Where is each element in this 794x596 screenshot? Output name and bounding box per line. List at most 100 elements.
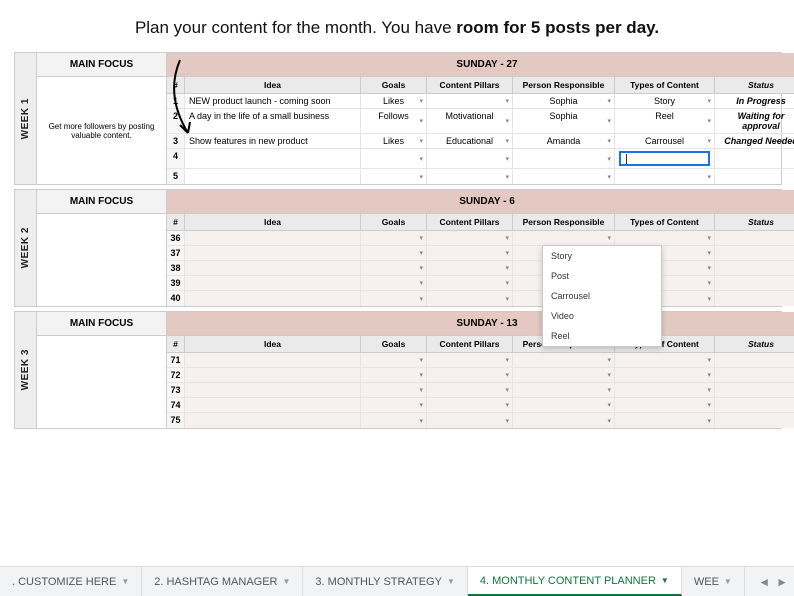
type-cell[interactable]: ▾ <box>615 231 715 245</box>
idea-cell[interactable] <box>185 383 361 397</box>
chevron-down-icon[interactable]: ▾ <box>707 401 711 409</box>
chevron-down-icon[interactable]: ▾ <box>707 417 711 425</box>
pillars-cell[interactable]: ▾ <box>427 291 513 306</box>
pillars-cell[interactable]: ▾ <box>427 413 513 428</box>
goals-cell[interactable]: ▾ <box>361 383 427 397</box>
pillars-cell[interactable]: ▾ <box>427 353 513 367</box>
pillars-cell[interactable]: ▾ <box>427 276 513 290</box>
main-focus-cell[interactable] <box>37 336 167 428</box>
chevron-down-icon[interactable]: ▾ <box>419 295 423 303</box>
idea-cell[interactable] <box>185 276 361 290</box>
pillars-cell[interactable]: Educational▾ <box>427 134 513 148</box>
active-cell-input[interactable] <box>619 151 710 166</box>
type-dropdown-menu[interactable]: StoryPostCarrouselVideoReel <box>542 245 662 347</box>
person-cell[interactable]: ▾ <box>513 368 615 382</box>
idea-cell[interactable] <box>185 368 361 382</box>
pillars-cell[interactable]: Motivational▾ <box>427 109 513 133</box>
sheet-tab[interactable]: 3. MONTHLY STRATEGY▼ <box>303 567 467 596</box>
chevron-down-icon[interactable]: ▾ <box>505 137 509 145</box>
chevron-down-icon[interactable]: ▾ <box>419 279 423 287</box>
dropdown-option[interactable]: Reel <box>543 326 661 346</box>
tab-scroll-right-icon[interactable]: ► <box>776 575 788 589</box>
chevron-down-icon[interactable]: ▾ <box>707 386 711 394</box>
status-cell[interactable]: ▾ <box>715 368 794 382</box>
goals-cell[interactable]: ▾ <box>361 291 427 306</box>
idea-cell[interactable] <box>185 246 361 260</box>
chevron-down-icon[interactable]: ▾ <box>419 264 423 272</box>
goals-cell[interactable]: ▾ <box>361 398 427 412</box>
goals-cell[interactable]: ▾ <box>361 353 427 367</box>
row-number[interactable]: 72 <box>167 368 185 382</box>
status-cell[interactable]: Changed Needed▾ <box>715 134 794 148</box>
chevron-down-icon[interactable]: ▾ <box>505 97 509 105</box>
row-number[interactable]: 1 <box>167 94 185 108</box>
pillars-cell[interactable]: ▾ <box>427 368 513 382</box>
sheet-tab[interactable]: . CUSTOMIZE HERE▼ <box>0 567 142 596</box>
row-number[interactable]: 39 <box>167 276 185 290</box>
type-cell[interactable]: ▾ <box>615 368 715 382</box>
chevron-down-icon[interactable]: ▾ <box>607 155 611 163</box>
pillars-cell[interactable]: ▾ <box>427 246 513 260</box>
main-focus-cell[interactable]: Get more followers by posting valuable c… <box>37 77 167 184</box>
chevron-down-icon[interactable]: ▾ <box>707 173 711 181</box>
row-number[interactable]: 71 <box>167 353 185 367</box>
chevron-down-icon[interactable]: ▾ <box>419 117 423 125</box>
pillars-cell[interactable]: ▾ <box>427 169 513 184</box>
goals-cell[interactable]: ▾ <box>361 169 427 184</box>
chevron-down-icon[interactable]: ▾ <box>419 234 423 242</box>
person-cell[interactable]: ▾ <box>513 149 615 168</box>
goals-cell[interactable]: ▾ <box>361 413 427 428</box>
person-cell[interactable]: ▾ <box>513 353 615 367</box>
chevron-down-icon[interactable]: ▾ <box>707 234 711 242</box>
goals-cell[interactable]: ▾ <box>361 246 427 260</box>
chevron-down-icon[interactable]: ▾ <box>607 137 611 145</box>
idea-cell[interactable] <box>185 261 361 275</box>
chevron-down-icon[interactable]: ▾ <box>707 137 711 145</box>
chevron-down-icon[interactable]: ▾ <box>607 97 611 105</box>
chevron-down-icon[interactable]: ▾ <box>607 371 611 379</box>
goals-cell[interactable]: Likes▾ <box>361 134 427 148</box>
goals-cell[interactable]: ▾ <box>361 149 427 168</box>
chevron-down-icon[interactable]: ▾ <box>505 371 509 379</box>
person-cell[interactable]: ▾ <box>513 398 615 412</box>
chevron-down-icon[interactable]: ▼ <box>121 577 129 586</box>
chevron-down-icon[interactable]: ▾ <box>419 249 423 257</box>
chevron-down-icon[interactable]: ▾ <box>419 417 423 425</box>
goals-cell[interactable]: ▾ <box>361 261 427 275</box>
chevron-down-icon[interactable]: ▾ <box>505 173 509 181</box>
person-cell[interactable]: ▾ <box>513 169 615 184</box>
chevron-down-icon[interactable]: ▾ <box>607 234 611 242</box>
pillars-cell[interactable]: ▾ <box>427 398 513 412</box>
idea-cell[interactable]: A day in the life of a small business <box>185 109 361 133</box>
goals-cell[interactable]: ▾ <box>361 276 427 290</box>
type-cell[interactable]: ▾ <box>615 353 715 367</box>
sheet-tab[interactable]: 4. MONTHLY CONTENT PLANNER▼ <box>468 567 682 596</box>
chevron-down-icon[interactable]: ▾ <box>419 155 423 163</box>
status-cell[interactable]: In Progress▾ <box>715 94 794 108</box>
status-cell[interactable]: ▾ <box>715 169 794 184</box>
type-cell[interactable] <box>615 149 715 168</box>
chevron-down-icon[interactable]: ▾ <box>607 356 611 364</box>
row-number[interactable]: 74 <box>167 398 185 412</box>
goals-cell[interactable]: ▾ <box>361 368 427 382</box>
chevron-down-icon[interactable]: ▾ <box>607 117 611 125</box>
idea-cell[interactable]: NEW product launch - coming soon <box>185 94 361 108</box>
chevron-down-icon[interactable]: ▾ <box>607 386 611 394</box>
chevron-down-icon[interactable]: ▾ <box>419 137 423 145</box>
chevron-down-icon[interactable]: ▾ <box>707 371 711 379</box>
chevron-down-icon[interactable]: ▾ <box>505 401 509 409</box>
person-cell[interactable]: ▾ <box>513 383 615 397</box>
dropdown-option[interactable]: Post <box>543 266 661 286</box>
pillars-cell[interactable]: ▾ <box>427 94 513 108</box>
status-cell[interactable]: ▾ <box>715 276 794 290</box>
chevron-down-icon[interactable]: ▾ <box>707 295 711 303</box>
idea-cell[interactable] <box>185 353 361 367</box>
dropdown-option[interactable]: Story <box>543 246 661 266</box>
type-cell[interactable]: ▾ <box>615 383 715 397</box>
chevron-down-icon[interactable]: ▾ <box>505 264 509 272</box>
row-number[interactable]: 40 <box>167 291 185 306</box>
status-cell[interactable]: Waiting for approval▾ <box>715 109 794 133</box>
chevron-down-icon[interactable]: ▾ <box>707 117 711 125</box>
status-cell[interactable]: ▾ <box>715 413 794 428</box>
goals-cell[interactable]: ▾ <box>361 231 427 245</box>
